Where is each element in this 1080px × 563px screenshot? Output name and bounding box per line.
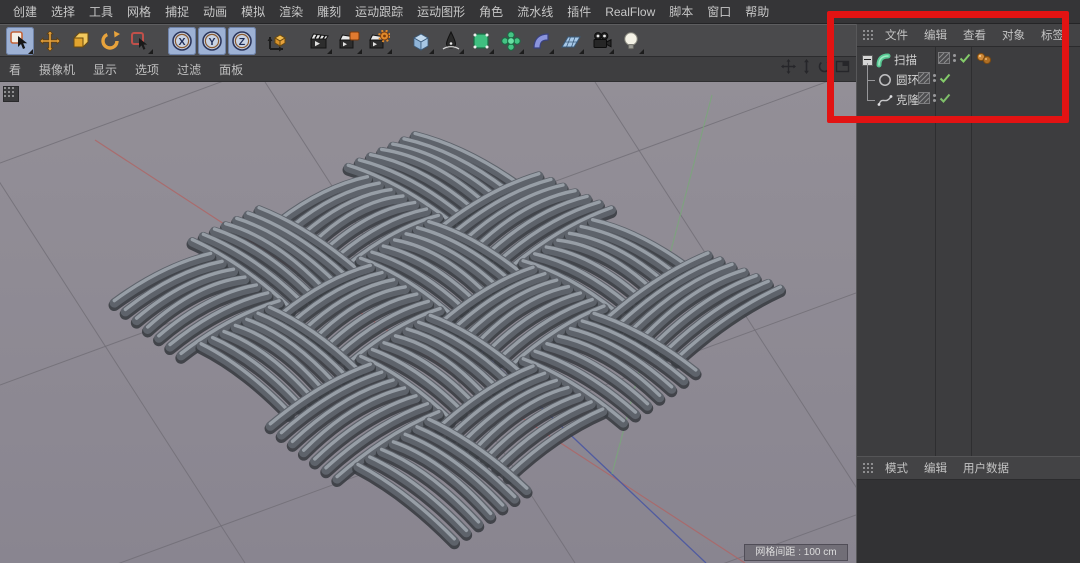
scale-tool-button[interactable] — [66, 27, 94, 55]
spline-pen-button[interactable] — [437, 27, 465, 55]
pan-icon[interactable] — [781, 59, 796, 74]
lock-x-axis-button[interactable]: X — [168, 27, 196, 55]
menu-item-mesh[interactable]: 网格 — [120, 3, 158, 20]
am-menu-user-data[interactable]: 用户数据 — [955, 460, 1017, 476]
selection-rect-icon — [129, 30, 151, 52]
viewport-menu-bar: 看 摄像机 显示 选项 过滤 面板 — [0, 57, 856, 82]
subdivision-surface-icon — [470, 30, 492, 52]
menu-item-snap[interactable]: 捕捉 — [158, 3, 196, 20]
menu-item-mograph[interactable]: 运动图形 — [410, 3, 472, 20]
menu-item-realflow[interactable]: RealFlow — [598, 5, 662, 19]
clapperboard-icon — [308, 30, 330, 52]
zoom-icon[interactable] — [799, 59, 814, 74]
render-view-button[interactable] — [305, 27, 333, 55]
viewport-menu-filter[interactable]: 过滤 — [168, 61, 210, 78]
array-generator-icon — [500, 30, 522, 52]
move-tool-button[interactable] — [36, 27, 64, 55]
bend-deformer-icon — [530, 30, 552, 52]
last-used-tool-button[interactable] — [126, 27, 154, 55]
move-icon — [39, 30, 61, 52]
scale-icon — [69, 30, 91, 52]
edit-render-settings-button[interactable] — [365, 27, 393, 55]
lock-y-axis-button[interactable]: Y — [198, 27, 226, 55]
om-menu-bookmarks[interactable]: 书签 — [1072, 27, 1080, 43]
camera-icon — [590, 30, 612, 52]
coordinate-system-icon — [266, 30, 288, 52]
menu-item-script[interactable]: 脚本 — [662, 3, 700, 20]
svg-text:Z: Z — [239, 36, 246, 48]
viewport[interactable]: 网格间距 : 100 cm — [0, 82, 856, 563]
cinema4d-window: 创建 选择 工具 网格 捕捉 动画 模拟 渲染 雕刻 运动跟踪 运动图形 角色 … — [0, 0, 1080, 563]
grid-spacing-status: 网格间距 : 100 cm — [744, 544, 848, 561]
rotate-tool-button[interactable] — [96, 27, 124, 55]
menu-item-create[interactable]: 创建 — [6, 3, 44, 20]
svg-text:Y: Y — [208, 36, 215, 48]
x-axis-icon: X — [171, 30, 193, 52]
menu-item-select[interactable]: 选择 — [44, 3, 82, 20]
menu-item-tools[interactable]: 工具 — [82, 3, 120, 20]
floor-button[interactable] — [557, 27, 585, 55]
panel-grip-icon[interactable] — [863, 462, 875, 474]
lock-z-axis-button[interactable]: Z — [228, 27, 256, 55]
menu-item-plugins[interactable]: 插件 — [560, 3, 598, 20]
viewport-menu-cameras[interactable]: 摄像机 — [30, 61, 84, 78]
light-button[interactable] — [617, 27, 645, 55]
camera-button[interactable] — [587, 27, 615, 55]
clapperboard-gear-icon — [368, 30, 390, 52]
light-bulb-icon — [620, 30, 642, 52]
menu-item-motion-tracker[interactable]: 运动跟踪 — [348, 3, 410, 20]
viewport-scene — [0, 82, 856, 563]
coordinate-system-button[interactable] — [263, 27, 291, 55]
attribute-manager: 模式 编辑 用户数据 — [857, 456, 1080, 563]
cube-icon — [410, 30, 432, 52]
menu-item-character[interactable]: 角色 — [472, 3, 510, 20]
y-axis-icon: Y — [201, 30, 223, 52]
clapperboard-settings-icon — [338, 30, 360, 52]
rotate-icon — [99, 30, 121, 52]
menu-item-pipeline[interactable]: 流水线 — [510, 3, 560, 20]
am-menu-mode[interactable]: 模式 — [877, 460, 916, 476]
am-menu-edit[interactable]: 编辑 — [916, 460, 955, 476]
svg-text:X: X — [178, 36, 185, 48]
array-generator-button[interactable] — [497, 27, 525, 55]
viewport-menu-display[interactable]: 显示 — [84, 61, 126, 78]
viewport-menu-options[interactable]: 选项 — [126, 61, 168, 78]
annotation-highlight-rectangle — [827, 11, 1069, 123]
attribute-manager-body — [857, 480, 1080, 563]
render-settings-button[interactable] — [335, 27, 363, 55]
live-selection-tool-button[interactable] — [6, 27, 34, 55]
menu-item-sculpt[interactable]: 雕刻 — [310, 3, 348, 20]
subdivision-surface-button[interactable] — [467, 27, 495, 55]
menu-item-animate[interactable]: 动画 — [196, 3, 234, 20]
viewport-menu-panel[interactable]: 面板 — [210, 61, 252, 78]
attribute-manager-menu-bar: 模式 编辑 用户数据 — [857, 457, 1080, 480]
deformer-button[interactable] — [527, 27, 555, 55]
live-selection-icon — [9, 30, 31, 52]
pen-icon — [440, 30, 462, 52]
z-axis-icon: Z — [231, 30, 253, 52]
viewport-grip-icon[interactable] — [3, 86, 19, 102]
menu-item-window[interactable]: 窗口 — [700, 3, 738, 20]
floor-grid-icon — [560, 30, 582, 52]
menu-item-help[interactable]: 帮助 — [738, 3, 776, 20]
menu-item-render[interactable]: 渲染 — [272, 3, 310, 20]
viewport-menu-view[interactable]: 看 — [0, 61, 30, 78]
primitive-cube-button[interactable] — [407, 27, 435, 55]
menu-item-simulate[interactable]: 模拟 — [234, 3, 272, 20]
